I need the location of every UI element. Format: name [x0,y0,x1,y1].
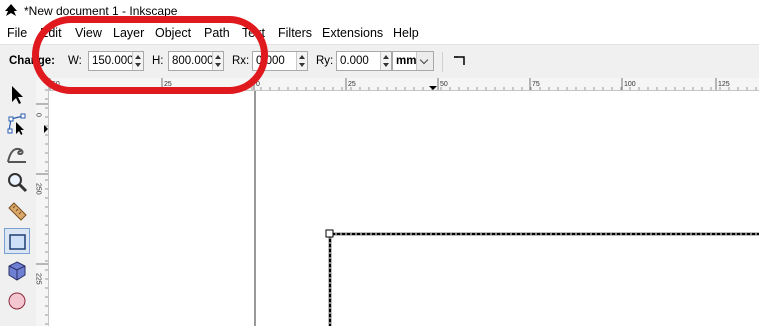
width-spinbox[interactable]: 150.000 [88,51,144,71]
inkscape-logo-icon [5,4,17,16]
menu-filters[interactable]: Filters [278,26,312,40]
ruler-tick-label: 75 [532,81,540,88]
magnifier-icon [8,173,28,193]
horizontal-ruler-scale: 50 25 0 25 50 75 100 125 [35,78,757,90]
ruler-tick-label: 50 [440,81,448,88]
ruler-tick-label: 100 [624,81,636,88]
title-bar: *New document 1 - Inkscape [0,0,759,24]
ruler-tick-label: 0 [256,81,260,88]
ruler-tick-label: 25 [164,81,172,88]
vertical-ruler[interactable]: 0 250 225 [35,78,49,326]
ry-value: 0.000 [340,55,369,67]
ruler-tick-label: 0 [36,113,42,117]
rx-label: Rx: [232,55,250,67]
arrow-icon [12,86,23,104]
rx-spinbox[interactable]: 0.000 [252,51,308,71]
measure-tool[interactable] [4,198,30,224]
rx-spin-arrows[interactable] [296,52,307,70]
circle-tool[interactable] [4,288,30,314]
ruler-tick-label: 225 [36,273,42,285]
canvas-drawing [254,91,759,329]
rectangle-icon [9,234,26,250]
node-edit-icon [7,113,26,135]
ruler-tick-label: 125 [718,81,730,88]
ry-label: Ry: [316,55,334,67]
height-label: H: [152,55,164,67]
unit-dropdown[interactable]: mm [392,51,434,71]
menu-edit[interactable]: Edit [40,26,62,40]
zoom-tool[interactable] [4,169,30,195]
height-value: 800.000 [172,55,214,67]
menu-extensions[interactable]: Extensions [322,26,383,40]
mode-label: Change: [9,55,55,67]
width-label: W: [68,55,82,67]
menu-file[interactable]: File [7,26,27,40]
ry-spinbox[interactable]: 0.000 [336,51,392,71]
drawing-canvas[interactable] [49,91,759,329]
menu-bar: File Edit View Layer Object Path Text Fi… [0,24,759,44]
tool-controls-bar: Change: W: 150.000 H: 800.000 Rx: 0.000 … [0,44,759,79]
height-spin-arrows[interactable] [212,52,223,70]
ruler-tick-label: 250 [36,183,42,195]
vertical-ruler-scale: 0 250 225 [35,89,48,325]
menu-layer[interactable]: Layer [113,26,144,40]
menu-view[interactable]: View [75,26,102,40]
height-spinbox[interactable]: 800.000 [168,51,224,71]
window-title: *New document 1 - Inkscape [24,4,178,18]
circle-icon [8,292,26,310]
ruler-tick-label: 25 [348,81,356,88]
width-value: 150.000 [92,55,134,67]
menu-object[interactable]: Object [155,26,191,40]
cube-icon [8,261,26,281]
menu-text[interactable]: Text [242,26,265,40]
rectangle-selection-dash [329,233,759,329]
toolbar-separator [442,52,443,72]
unit-value: mm [396,55,417,67]
ruler-icon [8,202,27,221]
node-tool[interactable] [4,111,30,137]
horizontal-ruler[interactable]: 50 25 0 25 50 75 100 125 [35,78,759,91]
rect-tool[interactable] [4,228,30,254]
chevron-down-icon [416,52,433,70]
menu-path[interactable]: Path [204,26,230,40]
rectangle-object [328,232,759,329]
ruler-tick-label: 50 [52,81,60,88]
rx-value: 0.000 [256,55,285,67]
tweak-tool[interactable] [4,140,30,166]
not-rounded-corner-icon[interactable] [453,56,465,66]
toolbox [0,78,37,326]
rect-corner-handle [325,229,334,238]
menu-help[interactable]: Help [393,26,419,40]
wave-icon [7,147,26,163]
ry-spin-arrows[interactable] [380,52,391,70]
ruler-position-marker [429,86,437,90]
selector-tool[interactable] [4,82,30,108]
width-spin-arrows[interactable] [132,52,143,70]
3dbox-tool[interactable] [4,258,30,284]
